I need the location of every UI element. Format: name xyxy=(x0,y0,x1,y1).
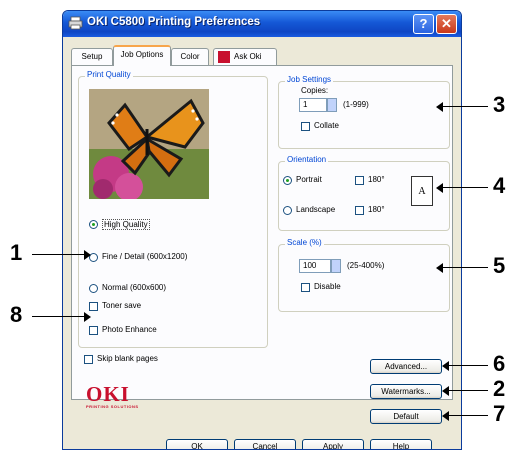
tab-color[interactable]: Color xyxy=(171,48,209,65)
callout-1-number: 1 xyxy=(10,240,23,265)
toner-save-label: Toner save xyxy=(102,301,142,310)
callout-7-line xyxy=(448,415,488,416)
callout-7-number: 7 xyxy=(493,401,506,426)
scale-disable-checkbox[interactable] xyxy=(301,283,310,292)
landscape-rotate-checkbox[interactable] xyxy=(355,206,364,215)
photo-enhance-label: Photo Enhance xyxy=(102,325,157,334)
copies-input[interactable]: 1 xyxy=(299,98,327,112)
print-quality-title: Print Quality xyxy=(85,70,133,79)
orientation-group: Orientation Portrait 180° Landscape 180°… xyxy=(278,155,450,231)
help-button[interactable]: Help xyxy=(370,439,432,449)
callout-3-number: 3 xyxy=(493,92,506,117)
oki-tagline: PRINTING SOLUTIONS xyxy=(86,404,139,409)
callout-2-number: 2 xyxy=(493,376,506,401)
copies-label: Copies: xyxy=(301,86,329,95)
high-quality-radio[interactable] xyxy=(89,220,98,229)
scale-disable-label: Disable xyxy=(314,282,341,291)
job-options-panel: Print Quality High Quality Fine / Detail… xyxy=(71,65,453,424)
job-settings-group: Job Settings Copies: 1 (1-999) Collate xyxy=(278,75,450,149)
callout-6-line xyxy=(448,365,488,366)
callout-4-arrow xyxy=(436,183,443,193)
preferences-window: OKI C5800 Printing Preferences ? ✕ Setup… xyxy=(62,10,462,450)
normal-quality-label: Normal (600x600) xyxy=(102,283,167,292)
portrait-rotate-checkbox[interactable] xyxy=(355,176,364,185)
callout-1-line xyxy=(32,254,84,255)
orientation-title: Orientation xyxy=(285,155,329,164)
callout-6-number: 6 xyxy=(493,351,506,376)
copies-range: (1-999) xyxy=(343,100,369,109)
callout-5-line xyxy=(442,267,488,268)
scale-range: (25-400%) xyxy=(347,261,385,270)
close-button[interactable]: ✕ xyxy=(436,14,457,34)
copies-spinner[interactable] xyxy=(327,98,337,112)
watermarks-button[interactable]: Watermarks... xyxy=(370,384,442,399)
window-title: OKI C5800 Printing Preferences xyxy=(87,16,261,28)
ok-button[interactable]: OK xyxy=(166,439,228,449)
callout-7-arrow xyxy=(442,411,449,421)
callout-5-number: 5 xyxy=(493,253,506,278)
job-settings-title: Job Settings xyxy=(285,75,334,84)
callout-3-line xyxy=(442,106,488,107)
callout-6-arrow xyxy=(442,361,449,371)
callout-3-arrow xyxy=(436,102,443,112)
scale-spinner[interactable] xyxy=(331,259,341,273)
scale-title: Scale (%) xyxy=(285,238,324,247)
cancel-button[interactable]: Cancel xyxy=(234,439,296,449)
callout-2-line xyxy=(448,390,488,391)
skip-blank-checkbox[interactable] xyxy=(84,355,93,364)
toner-save-checkbox[interactable] xyxy=(89,302,98,311)
print-quality-group: Print Quality High Quality Fine / Detail… xyxy=(78,70,268,348)
apply-button[interactable]: Apply xyxy=(302,439,364,449)
scale-input[interactable]: 100 xyxy=(299,259,331,273)
callout-8-number: 8 xyxy=(10,302,23,327)
high-quality-label: High Quality xyxy=(102,219,150,230)
title-bar[interactable]: OKI C5800 Printing Preferences ? ✕ xyxy=(63,11,461,37)
orientation-preview-icon: A xyxy=(411,176,433,206)
callout-8-line xyxy=(32,316,84,317)
quality-preview-image xyxy=(89,89,209,199)
landscape-label: Landscape xyxy=(296,205,336,214)
callout-2-arrow xyxy=(442,386,449,396)
collate-label: Collate xyxy=(314,121,339,130)
ask-oki-icon xyxy=(218,51,230,63)
callout-1-arrow xyxy=(84,250,91,260)
landscape-radio[interactable] xyxy=(283,206,292,215)
help-title-button[interactable]: ? xyxy=(413,14,434,34)
portrait-rotate-label: 180° xyxy=(368,175,385,184)
photo-enhance-checkbox[interactable] xyxy=(89,326,98,335)
normal-quality-radio[interactable] xyxy=(89,284,98,293)
landscape-rotate-label: 180° xyxy=(368,205,385,214)
portrait-label: Portrait xyxy=(296,175,322,184)
callout-4-number: 4 xyxy=(493,173,506,198)
callout-5-arrow xyxy=(436,263,443,273)
tab-setup[interactable]: Setup xyxy=(71,48,113,65)
tab-ask-oki-label: Ask Oki xyxy=(234,52,262,61)
portrait-radio[interactable] xyxy=(283,176,292,185)
scale-group: Scale (%) 100 (25-400%) Disable xyxy=(278,238,450,312)
printer-icon xyxy=(68,16,83,30)
oki-logo: OKI xyxy=(86,382,130,406)
default-button[interactable]: Default xyxy=(370,409,442,424)
callout-8-arrow xyxy=(84,312,91,322)
skip-blank-label: Skip blank pages xyxy=(97,354,158,363)
callout-4-line xyxy=(442,187,488,188)
advanced-button[interactable]: Advanced... xyxy=(370,359,442,374)
fine-detail-label: Fine / Detail (600x1200) xyxy=(102,252,188,261)
tab-ask-oki[interactable]: Ask Oki xyxy=(213,48,277,65)
collate-checkbox[interactable] xyxy=(301,122,310,131)
tab-job-options[interactable]: Job Options xyxy=(113,45,171,66)
